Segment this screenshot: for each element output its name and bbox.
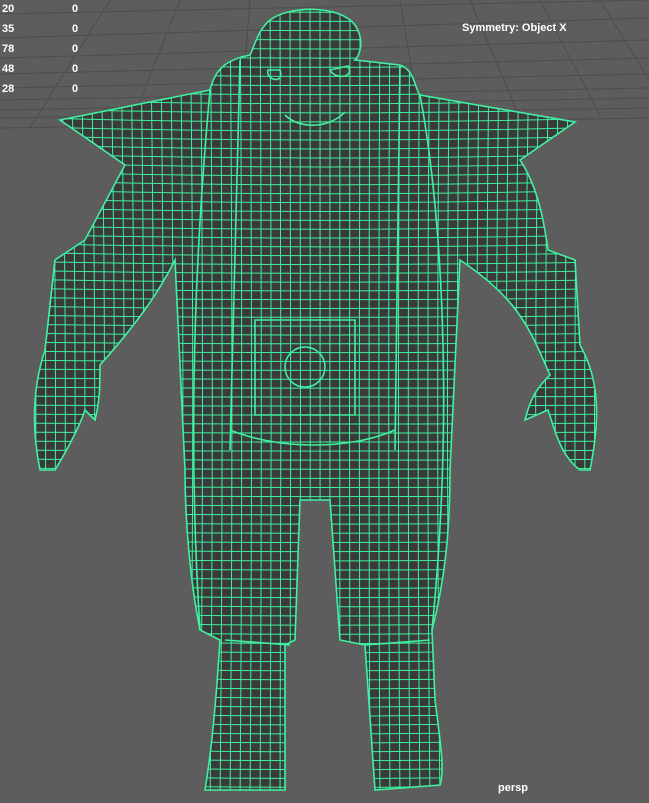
hud-row-verts: 20 0	[0, 0, 110, 20]
symmetry-indicator: Symmetry: Object X	[462, 22, 567, 34]
poly-count-hud: 20 0 35 0 78 0 48 0 28 0	[0, 0, 110, 100]
hud-selected-value: 0	[72, 83, 79, 95]
hud-value: 28	[2, 83, 15, 95]
character-wireframe-mesh[interactable]	[0, 0, 649, 803]
hud-selected-value: 0	[72, 23, 79, 35]
hud-selected-value: 0	[72, 3, 79, 15]
hud-row-tris: 48 0	[0, 60, 110, 80]
camera-name-label: persp	[498, 782, 528, 794]
hud-row-faces: 78 0	[0, 40, 110, 60]
hud-value: 48	[2, 63, 15, 75]
hud-value: 35	[2, 23, 15, 35]
hud-row-uvs: 28 0	[0, 80, 110, 100]
hud-selected-value: 0	[72, 43, 79, 55]
perspective-viewport[interactable]: 20 0 35 0 78 0 48 0 28 0 Symmetry: Objec…	[0, 0, 649, 803]
hud-selected-value: 0	[72, 63, 79, 75]
mesh-fill	[34, 9, 597, 791]
hud-row-edges: 35 0	[0, 20, 110, 40]
hud-value: 78	[2, 43, 15, 55]
hud-value: 20	[2, 3, 15, 15]
